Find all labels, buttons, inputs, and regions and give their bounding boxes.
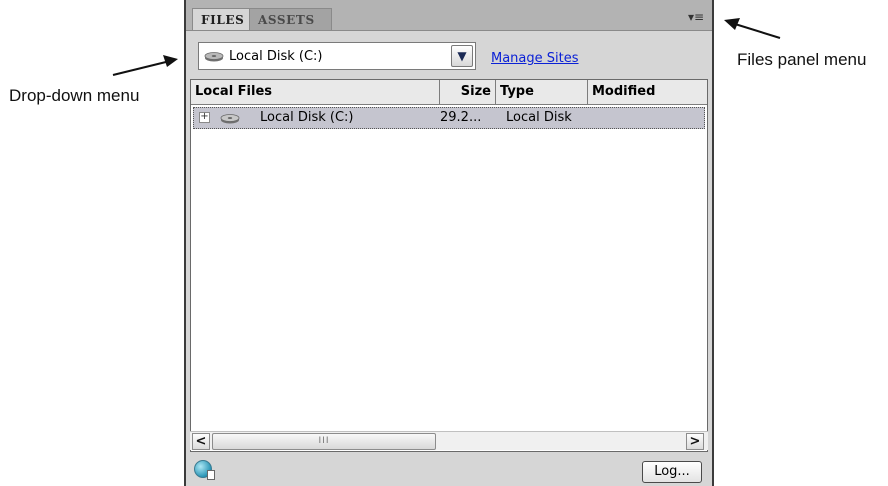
- hard-disk-icon: [204, 52, 224, 62]
- column-header-size[interactable]: Size: [440, 80, 496, 104]
- dropdown-arrow-button[interactable]: ▼: [451, 45, 473, 67]
- files-panel-menu-callout: Files panel menu: [737, 50, 867, 69]
- scroll-right-button[interactable]: >: [686, 433, 704, 450]
- table-row[interactable]: + Local Disk (C:) 29.2... Local Disk: [193, 107, 705, 129]
- tab-assets[interactable]: ASSETS: [250, 8, 332, 30]
- site-dropdown[interactable]: Local Disk (C:) ▼: [198, 42, 476, 70]
- log-button[interactable]: Log...: [642, 461, 702, 483]
- column-header-local-files[interactable]: Local Files: [191, 80, 440, 104]
- row-type: Local Disk: [506, 110, 572, 125]
- column-header-modified[interactable]: Modified: [588, 80, 707, 104]
- file-list: Local Files Size Type Modified + Local D…: [190, 79, 708, 452]
- files-panel: FILES ASSETS ▾≡ Local Disk (C:) ▼ Manage…: [184, 0, 714, 486]
- chevron-down-icon: ▼: [457, 49, 467, 63]
- globe-icon[interactable]: [194, 460, 215, 480]
- scroll-left-button[interactable]: <: [192, 433, 210, 450]
- expand-icon[interactable]: +: [199, 112, 210, 123]
- scroll-grip-icon: III: [318, 436, 330, 446]
- site-dropdown-value: Local Disk (C:): [229, 49, 323, 64]
- row-name: Local Disk (C:): [260, 110, 354, 125]
- files-panel-menu-button[interactable]: ▾≡: [686, 8, 706, 26]
- scrollbar-thumb[interactable]: III: [212, 433, 436, 450]
- manage-sites-link[interactable]: Manage Sites: [491, 51, 579, 66]
- hard-disk-icon: [220, 114, 240, 124]
- dropdown-arrow: [112, 55, 178, 76]
- column-header-type[interactable]: Type: [496, 80, 588, 104]
- row-size: 29.2...: [440, 110, 482, 125]
- document-icon: [207, 470, 215, 480]
- panel-tab-bar: FILES ASSETS ▾≡: [186, 0, 712, 31]
- file-list-header: Local Files Size Type Modified: [191, 80, 707, 105]
- tab-files[interactable]: FILES: [192, 8, 250, 30]
- files-panel-arrow: [724, 18, 781, 39]
- horizontal-scrollbar[interactable]: < III >: [190, 431, 708, 450]
- panel-bottom-bar: Log...: [186, 453, 712, 486]
- dropdown-menu-callout: Drop-down menu: [9, 86, 140, 105]
- panel-options-icon: ▾≡: [687, 10, 705, 24]
